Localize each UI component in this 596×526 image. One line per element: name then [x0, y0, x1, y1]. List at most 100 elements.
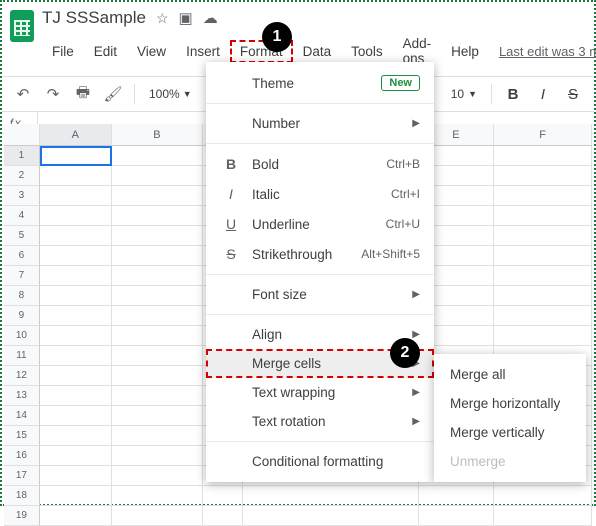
row-header-15[interactable]: 15	[4, 426, 40, 446]
row-header-8[interactable]: 8	[4, 286, 40, 306]
row-header-4[interactable]: 4	[4, 206, 40, 226]
cell-A13[interactable]	[40, 386, 112, 406]
menu-file[interactable]: File	[42, 40, 84, 63]
cell-E18[interactable]	[419, 486, 495, 506]
cell-B13[interactable]	[112, 386, 204, 406]
cell-B19[interactable]	[112, 506, 204, 526]
cell-A15[interactable]	[40, 426, 112, 446]
cell-C19[interactable]	[203, 506, 243, 526]
zoom-dropdown[interactable]: 100%▼	[143, 85, 198, 103]
cell-A14[interactable]	[40, 406, 112, 426]
cloud-icon[interactable]: ☁	[203, 9, 218, 27]
cell-A1[interactable]	[40, 146, 112, 166]
menu-tools[interactable]: Tools	[341, 40, 393, 63]
cell-A18[interactable]	[40, 486, 112, 506]
cell-A3[interactable]	[40, 186, 112, 206]
cell-A17[interactable]	[40, 466, 112, 486]
row-header-11[interactable]: 11	[4, 346, 40, 366]
cell-F8[interactable]	[494, 286, 592, 306]
paint-format-icon[interactable]: 🖌	[100, 81, 126, 107]
row-header-17[interactable]: 17	[4, 466, 40, 486]
star-icon[interactable]: ☆	[156, 10, 169, 27]
cell-B5[interactable]	[112, 226, 204, 246]
menu-insert[interactable]: Insert	[176, 40, 230, 63]
row-header-18[interactable]: 18	[4, 486, 40, 506]
redo-icon[interactable]: ↷	[40, 81, 66, 107]
row-header-2[interactable]: 2	[4, 166, 40, 186]
cell-F2[interactable]	[494, 166, 592, 186]
cell-A8[interactable]	[40, 286, 112, 306]
menu-strikethrough[interactable]: SStrikethroughAlt+Shift+5	[206, 239, 434, 269]
row-header-3[interactable]: 3	[4, 186, 40, 206]
print-icon[interactable]: 🖶	[70, 81, 96, 107]
row-header-9[interactable]: 9	[4, 306, 40, 326]
cell-B8[interactable]	[112, 286, 204, 306]
cell-D18[interactable]	[243, 486, 418, 506]
cell-B1[interactable]	[112, 146, 204, 166]
cell-F7[interactable]	[494, 266, 592, 286]
row-header-16[interactable]: 16	[4, 446, 40, 466]
cell-A7[interactable]	[40, 266, 112, 286]
italic-button[interactable]: I	[530, 81, 556, 107]
cell-B14[interactable]	[112, 406, 204, 426]
cell-A5[interactable]	[40, 226, 112, 246]
col-header-B[interactable]: B	[112, 124, 204, 146]
cell-B9[interactable]	[112, 306, 204, 326]
cell-B3[interactable]	[112, 186, 204, 206]
cell-A4[interactable]	[40, 206, 112, 226]
sheets-logo[interactable]	[10, 8, 34, 44]
font-size-selector[interactable]: 10▼	[445, 85, 483, 103]
cell-A6[interactable]	[40, 246, 112, 266]
menu-edit[interactable]: Edit	[84, 40, 127, 63]
col-header-A[interactable]: A	[40, 124, 112, 146]
doc-title[interactable]: TJ SSSample	[42, 8, 146, 28]
cell-F1[interactable]	[494, 146, 592, 166]
menu-conditional-formatting[interactable]: Conditional formatting	[206, 447, 434, 476]
cell-F19[interactable]	[494, 506, 592, 526]
merge-vertically[interactable]: Merge vertically	[434, 418, 586, 447]
cell-A16[interactable]	[40, 446, 112, 466]
cell-F10[interactable]	[494, 326, 592, 346]
cell-B12[interactable]	[112, 366, 204, 386]
cell-F5[interactable]	[494, 226, 592, 246]
cell-A10[interactable]	[40, 326, 112, 346]
menu-help[interactable]: Help	[441, 40, 489, 63]
row-header-6[interactable]: 6	[4, 246, 40, 266]
last-edit-link[interactable]: Last edit was 3 minutes a	[499, 44, 596, 59]
row-header-5[interactable]: 5	[4, 226, 40, 246]
menu-view[interactable]: View	[127, 40, 176, 63]
menu-data[interactable]: Data	[293, 40, 342, 63]
cell-B7[interactable]	[112, 266, 204, 286]
cell-F4[interactable]	[494, 206, 592, 226]
cell-E19[interactable]	[419, 506, 495, 526]
cell-B15[interactable]	[112, 426, 204, 446]
cell-B18[interactable]	[112, 486, 204, 506]
menu-theme[interactable]: Theme New	[206, 68, 434, 98]
cell-A12[interactable]	[40, 366, 112, 386]
cell-A9[interactable]	[40, 306, 112, 326]
row-header-19[interactable]: 19	[4, 506, 40, 526]
cell-B17[interactable]	[112, 466, 204, 486]
cell-C18[interactable]	[203, 486, 243, 506]
cell-B16[interactable]	[112, 446, 204, 466]
row-header-10[interactable]: 10	[4, 326, 40, 346]
cell-B10[interactable]	[112, 326, 204, 346]
cell-F9[interactable]	[494, 306, 592, 326]
menu-text-wrapping[interactable]: Text wrapping▶	[206, 378, 434, 407]
row-header-13[interactable]: 13	[4, 386, 40, 406]
strike-button[interactable]: S	[560, 81, 586, 107]
menu-underline[interactable]: UUnderlineCtrl+U	[206, 209, 434, 239]
col-header-F[interactable]: F	[494, 124, 592, 146]
cell-A19[interactable]	[40, 506, 112, 526]
cell-F18[interactable]	[494, 486, 592, 506]
cell-F6[interactable]	[494, 246, 592, 266]
undo-icon[interactable]: ↶	[10, 81, 36, 107]
menu-text-rotation[interactable]: Text rotation▶	[206, 407, 434, 436]
cell-B4[interactable]	[112, 206, 204, 226]
merge-all[interactable]: Merge all	[434, 360, 586, 389]
cell-B11[interactable]	[112, 346, 204, 366]
cell-F3[interactable]	[494, 186, 592, 206]
row-header-14[interactable]: 14	[4, 406, 40, 426]
row-header-1[interactable]: 1	[4, 146, 40, 166]
merge-horizontally[interactable]: Merge horizontally	[434, 389, 586, 418]
